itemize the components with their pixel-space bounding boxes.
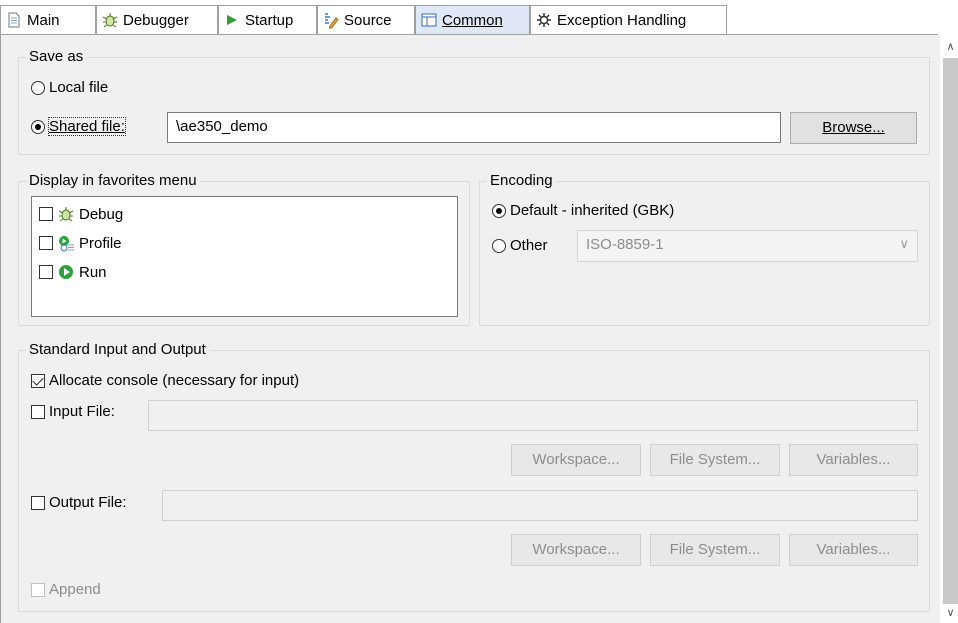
common-icon: [420, 11, 438, 29]
output-variables-button[interactable]: Variables...: [789, 534, 918, 566]
tab-exception-handling-label: Exception Handling: [557, 11, 687, 29]
shared-file-input[interactable]: \ae350_demo: [167, 112, 781, 143]
debug-checkbox[interactable]: [39, 207, 53, 221]
run-icon: [57, 263, 75, 281]
allocate-console-option[interactable]: Allocate console (necessary for input): [31, 372, 299, 389]
append-option[interactable]: Append: [31, 581, 101, 598]
favorites-title: Display in favorites menu: [26, 172, 200, 190]
encoding-title: Encoding: [487, 172, 556, 190]
other-encoding-radio[interactable]: [492, 238, 506, 253]
append-checkbox[interactable]: [31, 582, 45, 597]
local-file-option[interactable]: Local file: [31, 79, 108, 96]
encoding-select-value: ISO-8859-1: [586, 236, 664, 253]
browse-button[interactable]: Browse...: [790, 112, 917, 144]
input-workspace-button[interactable]: Workspace...: [511, 444, 641, 476]
list-item[interactable]: Run: [39, 263, 107, 281]
tab-startup-label: Startup: [245, 11, 294, 29]
default-encoding-radio[interactable]: [492, 203, 506, 218]
input-file-field[interactable]: [148, 400, 918, 431]
output-workspace-button[interactable]: Workspace...: [511, 534, 641, 566]
chevron-down-icon: ∨: [899, 236, 909, 251]
encoding-select[interactable]: ISO-8859-1 ∨: [577, 230, 918, 262]
shared-file-label: Shared file:: [48, 117, 126, 136]
other-encoding-label: Other: [510, 237, 548, 254]
std-io-title: Standard Input and Output: [26, 341, 209, 359]
favorites-list[interactable]: Debug Profile Run: [31, 196, 458, 317]
list-item[interactable]: Debug: [39, 205, 123, 223]
play-arrow-icon: [223, 11, 241, 29]
source-icon: [322, 11, 340, 30]
default-encoding-option[interactable]: Default - inherited (GBK): [492, 202, 674, 219]
default-encoding-label: Default - inherited (GBK): [510, 202, 675, 219]
input-file-label: Input File:: [49, 403, 115, 420]
output-filesystem-button[interactable]: File System...: [650, 534, 780, 566]
local-file-radio[interactable]: [31, 80, 45, 95]
gear-icon: [535, 11, 553, 29]
tab-debugger[interactable]: Debugger: [96, 5, 218, 34]
run-checkbox[interactable]: [39, 265, 53, 279]
tab-bar: Main Debugger Startup Source Common Exce…: [0, 0, 958, 36]
output-file-field[interactable]: [162, 490, 918, 521]
debug-label: Debug: [79, 205, 124, 223]
bug-icon: [57, 205, 75, 223]
scroll-down-icon[interactable]: ∨: [943, 604, 958, 622]
std-io-group: [18, 350, 930, 612]
output-file-option[interactable]: Output File:: [31, 494, 127, 511]
scrollbar-thumb[interactable]: [943, 58, 958, 604]
document-icon: [5, 11, 23, 29]
browse-button-label: Browse...: [822, 119, 885, 136]
append-label: Append: [49, 581, 101, 598]
input-file-checkbox[interactable]: [31, 404, 45, 419]
tab-debugger-label: Debugger: [123, 11, 189, 29]
profile-icon: [57, 234, 75, 252]
tab-main-label: Main: [27, 11, 60, 29]
output-file-label: Output File:: [49, 494, 127, 511]
input-variables-button[interactable]: Variables...: [789, 444, 918, 476]
other-encoding-option[interactable]: Other: [492, 237, 548, 254]
tab-source[interactable]: Source: [317, 5, 415, 34]
output-file-checkbox[interactable]: [31, 495, 45, 510]
run-label: Run: [79, 263, 107, 281]
local-file-label: Local file: [49, 79, 109, 96]
list-item[interactable]: Profile: [39, 234, 122, 252]
tab-exception-handling[interactable]: Exception Handling: [530, 5, 727, 34]
tab-source-label: Source: [344, 11, 392, 29]
shared-file-option[interactable]: Shared file:: [31, 117, 126, 136]
input-file-option[interactable]: Input File:: [31, 403, 115, 420]
save-as-title: Save as: [26, 48, 87, 66]
tab-common-label: Common: [442, 11, 503, 29]
bug-icon: [101, 11, 119, 29]
allocate-console-label: Allocate console (necessary for input): [49, 372, 300, 389]
tab-main[interactable]: Main: [0, 5, 96, 34]
profile-label: Profile: [79, 234, 122, 252]
allocate-console-checkbox[interactable]: [31, 373, 45, 388]
tab-common[interactable]: Common: [415, 5, 530, 34]
shared-file-radio[interactable]: [31, 119, 45, 134]
input-filesystem-button[interactable]: File System...: [650, 444, 780, 476]
scroll-up-icon[interactable]: ∧: [943, 38, 958, 56]
tab-startup[interactable]: Startup: [218, 5, 317, 34]
profile-checkbox[interactable]: [39, 236, 53, 250]
